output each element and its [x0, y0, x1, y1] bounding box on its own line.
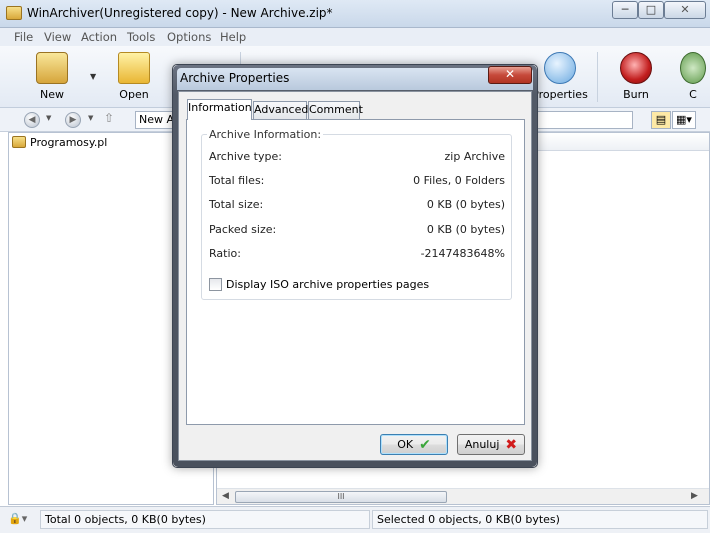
prop-value: -2147483648%: [420, 247, 505, 260]
horizontal-scrollbar[interactable]: ◀ III ▶: [217, 488, 709, 504]
status-total: Total 0 objects, 0 KB(0 bytes): [40, 510, 370, 529]
dialog-client-area: Information Advanced Comment Archive Inf…: [178, 91, 532, 461]
prop-value: 0 Files, 0 Folders: [413, 174, 505, 187]
prop-value: 0 KB (0 bytes): [426, 223, 505, 236]
title-bar: WinArchiver(Unregistered copy) - New Arc…: [0, 0, 710, 28]
properties-button[interactable]: Properties: [530, 50, 590, 104]
menu-help[interactable]: Help: [220, 30, 246, 44]
ok-button[interactable]: OK ✔: [380, 434, 448, 455]
forward-dropdown-icon[interactable]: ▼: [88, 114, 93, 122]
checkmark-icon: ✔: [419, 436, 431, 453]
app-icon: [6, 6, 22, 20]
toolbar-separator: [597, 52, 598, 102]
menu-action[interactable]: Action: [81, 30, 117, 44]
menu-file[interactable]: File: [14, 30, 33, 44]
prop-row-total-files: Total files: 0 Files, 0 Folders: [209, 174, 505, 188]
status-bar: 🔒▾ Total 0 objects, 0 KB(0 bytes) Select…: [0, 506, 710, 533]
prop-label: Total files:: [209, 174, 265, 187]
prop-row-ratio: Ratio: -2147483648%: [209, 247, 505, 261]
tree-root-item[interactable]: Programosy.pl: [12, 134, 107, 150]
properties-button-label: Properties: [532, 88, 588, 101]
ok-button-label: OK: [397, 438, 414, 451]
tree-root-label: Programosy.pl: [30, 135, 108, 149]
information-panel: Archive Information: Archive type: zip A…: [186, 119, 525, 425]
prop-row-archive-type: Archive type: zip Archive: [209, 150, 505, 164]
iso-pages-checkbox-row[interactable]: Display ISO archive properties pages: [209, 277, 429, 291]
prop-label: Packed size:: [209, 223, 277, 236]
up-folder-icon[interactable]: ⇧: [104, 111, 114, 125]
scroll-left-icon[interactable]: ◀: [222, 491, 229, 501]
scroll-right-icon[interactable]: ▶: [691, 491, 698, 501]
burn-button-label: Burn: [623, 88, 649, 101]
new-button[interactable]: New: [22, 50, 82, 104]
prop-label: Total size:: [209, 198, 264, 211]
info-icon: [544, 52, 576, 84]
lock-dropdown-icon[interactable]: 🔒▾: [8, 512, 27, 525]
open-folder-icon: [118, 52, 150, 84]
status-selected: Selected 0 objects, 0 KB(0 bytes): [372, 510, 708, 529]
new-dropdown-arrow-icon[interactable]: ▼: [90, 72, 96, 81]
burn-disc-icon: [620, 52, 652, 84]
prop-row-packed-size: Packed size: 0 KB (0 bytes): [209, 223, 505, 237]
maximize-button[interactable]: □: [638, 1, 664, 19]
menu-options[interactable]: Options: [167, 30, 211, 44]
convert-button[interactable]: C: [676, 50, 710, 104]
back-icon[interactable]: ◀: [24, 112, 40, 128]
tab-information[interactable]: Information: [187, 99, 252, 120]
dialog-close-button[interactable]: ✕: [488, 66, 532, 84]
burn-button[interactable]: Burn: [606, 50, 666, 104]
close-button[interactable]: ✕: [664, 1, 706, 19]
tab-advanced[interactable]: Advanced: [253, 101, 308, 119]
cancel-button[interactable]: Anuluj ✖: [457, 434, 525, 455]
dialog-title: Archive Properties: [180, 71, 290, 85]
menu-bar: File View Action Tools Options Help: [0, 28, 710, 46]
cancel-x-icon: ✖: [505, 436, 518, 453]
folder-view-icon[interactable]: ▤: [651, 111, 671, 129]
iso-pages-checkbox[interactable]: [209, 277, 222, 291]
prop-value: zip Archive: [444, 150, 505, 163]
archive-info-group: Archive Information: Archive type: zip A…: [201, 128, 512, 300]
prop-label: Ratio:: [209, 247, 241, 260]
open-button-label: Open: [119, 88, 149, 101]
minimize-button[interactable]: ─: [612, 1, 638, 19]
iso-pages-checkbox-label[interactable]: Display ISO archive properties pages: [226, 278, 429, 291]
cancel-button-label: Anuluj: [464, 438, 500, 451]
prop-row-total-size: Total size: 0 KB (0 bytes): [209, 198, 505, 212]
back-dropdown-icon[interactable]: ▼: [46, 114, 51, 122]
group-title: Archive Information:: [207, 128, 324, 141]
dialog-frame: Archive Properties ✕ Information Advance…: [173, 65, 537, 467]
menu-view[interactable]: View: [44, 30, 71, 44]
archive-icon: [12, 136, 26, 148]
forward-icon[interactable]: ▶: [65, 112, 81, 128]
convert-icon: [680, 52, 706, 84]
menu-tools[interactable]: Tools: [127, 30, 155, 44]
open-button[interactable]: Open: [104, 50, 164, 104]
new-button-label: New: [40, 88, 64, 101]
new-archive-icon: [36, 52, 68, 84]
view-mode-icon[interactable]: ▦▾: [672, 111, 696, 129]
prop-value: 0 KB (0 bytes): [426, 198, 505, 211]
scrollbar-thumb[interactable]: III: [235, 491, 447, 503]
convert-button-label: C: [689, 88, 697, 101]
archive-properties-dialog: Archive Properties ✕ Information Advance…: [172, 64, 538, 468]
prop-label: Archive type:: [209, 150, 282, 163]
window-title: WinArchiver(Unregistered copy) - New Arc…: [27, 6, 333, 20]
tab-comment[interactable]: Comment: [308, 101, 363, 119]
